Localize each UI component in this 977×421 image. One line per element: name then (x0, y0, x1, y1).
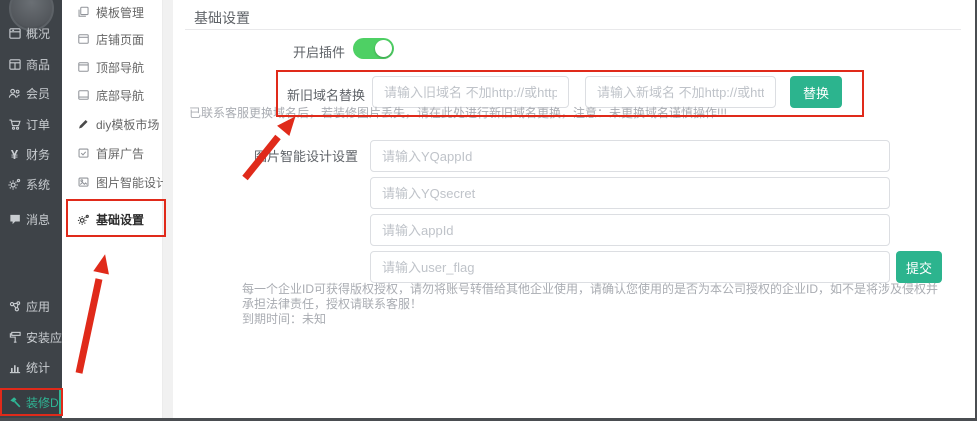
sidebar-item-goods[interactable]: 商品 (0, 51, 62, 77)
sidebar-item-overview[interactable]: 概况 (0, 20, 62, 46)
sidebar-item-messages[interactable]: 消息 (0, 206, 62, 232)
sidebar-item-label: 财务 (26, 146, 50, 163)
plugin-toggle-switch[interactable] (353, 38, 394, 59)
sidebar-item-label: 系统 (26, 176, 50, 193)
submenu-item-label: 基础设置 (96, 211, 144, 228)
domain-replace-label: 新旧域名替换 (185, 85, 365, 104)
sidebar-item-label: 会员 (26, 85, 50, 102)
sidebar-item-label: 应用 (26, 298, 50, 315)
sidebar-item-label: 商品 (26, 56, 50, 73)
template-manage-icon (76, 6, 90, 19)
bottom-nav-icon (76, 89, 90, 102)
sidebar-item-decoration-diy[interactable]: 装修DIY (0, 389, 62, 415)
sidebar-item-label: 消息 (26, 211, 50, 228)
finance-yen-icon: ¥ (7, 147, 22, 161)
sidebar-item-apps[interactable]: 应用 (0, 293, 62, 319)
title-divider (185, 29, 961, 30)
old-domain-input[interactable] (372, 76, 569, 108)
image-design-label: 图片智能设计设置 (185, 146, 358, 165)
submit-button[interactable]: 提交 (896, 251, 942, 283)
sidebar-item-finance[interactable]: ¥ 财务 (0, 141, 62, 167)
sidebar-item-label: 统计 (26, 359, 50, 376)
secondary-sidebar: 模板管理 店铺页面 顶部导航 底部导航 diy模板市场 首屏广告 图片智能设计 (62, 0, 163, 418)
submenu-item-template-manage[interactable]: 模板管理 (62, 0, 162, 24)
shop-page-icon (76, 33, 90, 46)
sidebar-item-orders[interactable]: 订单 (0, 111, 62, 137)
orders-cart-icon (7, 117, 22, 131)
appid-input[interactable] (370, 214, 890, 246)
submenu-item-label: 图片智能设计 (96, 174, 168, 191)
overview-icon (7, 26, 22, 40)
submenu-item-label: diy模板市场 (96, 116, 159, 133)
submenu-item-label: 首屏广告 (96, 145, 144, 162)
diy-market-pen-icon (76, 118, 90, 131)
authorization-note-text: 每一个企业ID可获得版权授权，请勿将账号转借给其他企业使用，请确认您使用的是否为… (242, 282, 942, 312)
sidebar-item-system[interactable]: 系统 (0, 171, 62, 197)
plugin-toggle-label: 开启插件 (185, 42, 345, 61)
sidebar-item-members[interactable]: 会员 (0, 80, 62, 106)
submenu-item-label: 模板管理 (96, 4, 144, 21)
replace-button[interactable]: 替换 (790, 76, 842, 108)
sidebar-item-label: 概况 (26, 25, 50, 42)
decoration-diy-settings-screen: 概况 商品 会员 订单 ¥ 财务 系统 消息 应用 (0, 0, 977, 421)
system-gears-icon (7, 177, 22, 191)
submenu-item-label: 顶部导航 (96, 59, 144, 76)
submenu-item-bottom-nav[interactable]: 底部导航 (62, 83, 162, 107)
sidebar-item-label: 订单 (26, 116, 50, 133)
domain-replace-note: 已联系客服更换域名后，若装修图片丢失，请在此处进行新旧域名更换，注意：未更换域名… (189, 106, 727, 121)
submenu-item-label: 底部导航 (96, 87, 144, 104)
top-nav-icon (76, 61, 90, 74)
submenu-item-basic-settings[interactable]: 基础设置 (62, 207, 162, 231)
submenu-item-shop-page[interactable]: 店铺页面 (62, 27, 162, 51)
toggle-knob (375, 40, 392, 57)
submenu-item-banner-ad[interactable]: 首屏广告 (62, 141, 162, 165)
image-design-icon (76, 176, 90, 189)
submenu-item-label: 店铺页面 (96, 31, 144, 48)
submenu-item-image-design[interactable]: 图片智能设计 (62, 170, 162, 194)
submenu-item-diy-market[interactable]: diy模板市场 (62, 112, 162, 136)
message-bubble-icon (7, 212, 22, 226)
basic-settings-gear-icon (76, 213, 90, 226)
goods-icon (7, 57, 22, 71)
submenu-item-top-nav[interactable]: 顶部导航 (62, 55, 162, 79)
authorization-note: 每一个企业ID可获得版权授权，请勿将账号转借给其他企业使用，请确认您使用的是否为… (242, 282, 942, 327)
diy-hammer-icon (7, 395, 22, 409)
stats-chart-icon (7, 360, 22, 374)
apps-icon (7, 299, 22, 313)
members-icon (7, 86, 22, 100)
page-title: 基础设置 (194, 8, 250, 28)
new-domain-input[interactable] (585, 76, 776, 108)
yqsecret-input[interactable] (370, 177, 890, 209)
main-panel: 基础设置 开启插件 新旧域名替换 替换 已联系客服更换域名后，若装修图片丢失，请… (173, 0, 975, 418)
panel-gap-strip (163, 0, 173, 418)
user-flag-input[interactable] (370, 251, 890, 283)
sidebar-item-install-apps[interactable]: 安装应用 (0, 324, 62, 350)
install-app-icon (7, 330, 22, 344)
yqappid-input[interactable] (370, 140, 890, 172)
sidebar-item-statistics[interactable]: 统计 (0, 354, 62, 380)
primary-sidebar: 概况 商品 会员 订单 ¥ 财务 系统 消息 应用 (0, 0, 62, 418)
banner-ad-icon (76, 147, 90, 160)
expire-time-text: 到期时间：未知 (242, 312, 942, 327)
